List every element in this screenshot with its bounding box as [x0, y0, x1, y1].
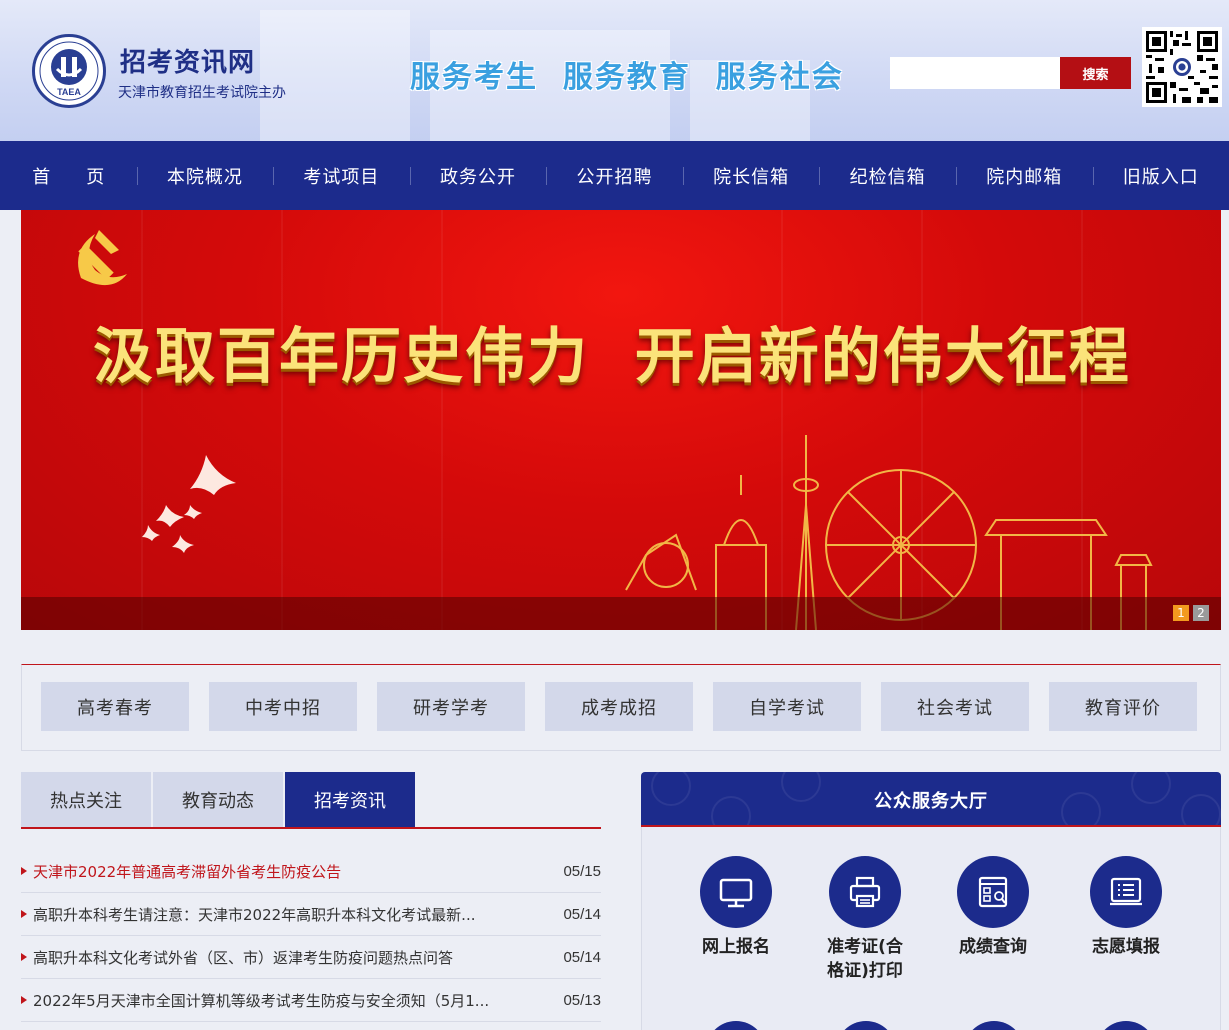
- bullet-arrow-icon: [21, 953, 27, 961]
- service-next-row-icon[interactable]: [1096, 1021, 1156, 1030]
- news-date: 05/14: [563, 948, 601, 966]
- service-application-filling[interactable]: 志愿填报: [1071, 856, 1181, 959]
- bullet-arrow-icon: [21, 867, 27, 875]
- site-header: TAEA 招考资讯网 天津市教育招生考试院主办 服务考生 服务教育 服务社会 搜…: [0, 0, 1229, 141]
- service-label: 成绩查询: [959, 937, 1027, 957]
- service-score-query[interactable]: 成绩查询: [938, 856, 1048, 959]
- banner-caption-bar: [21, 597, 1221, 630]
- application-icon: [1110, 877, 1142, 906]
- site-title[interactable]: 招考资讯网: [120, 42, 255, 79]
- category-gaokao-chunkao[interactable]: 高考春考: [41, 682, 189, 731]
- news-item[interactable]: 高职升本科考生请注意：天津市2022年高职升本科文化考试最新... 05/14: [21, 893, 601, 936]
- service-hall-header: 公众服务大厅: [641, 772, 1221, 827]
- banner-page-1[interactable]: 1: [1173, 605, 1189, 621]
- news-title[interactable]: 天津市2022年普通高考滞留外省考生防疫公告: [33, 861, 551, 882]
- news-date: 05/15: [563, 862, 601, 880]
- bullet-arrow-icon: [21, 996, 27, 1004]
- news-title[interactable]: 高职升本科文化考试外省（区、市）返津考生防疫问题热点问答: [33, 947, 551, 968]
- nav-item-old-version[interactable]: 旧版入口: [1092, 141, 1229, 210]
- service-next-row-icon[interactable]: [964, 1021, 1024, 1030]
- monitor-icon: [719, 878, 753, 908]
- site-logo[interactable]: TAEA: [32, 34, 106, 108]
- site-subtitle: 天津市教育招生考试院主办: [118, 85, 286, 101]
- score-query-icon: [978, 876, 1008, 908]
- nav-item-home[interactable]: 首 页: [0, 141, 137, 210]
- news-list: 天津市2022年普通高考滞留外省考生防疫公告 05/15 高职升本科考生请注意：…: [21, 850, 601, 1022]
- category-self-study-exam[interactable]: 自学考试: [713, 682, 861, 731]
- search-input[interactable]: [890, 57, 1060, 89]
- party-emblem-icon: [78, 230, 127, 286]
- service-next-row-icon[interactable]: [836, 1021, 896, 1030]
- news-title[interactable]: 2022年5月天津市全国计算机等级考试考生防疫与安全须知（5月1...: [33, 990, 551, 1011]
- banner-slideshow[interactable]: 汲取百年历史伟力 开启新的伟大征程 1 2: [21, 210, 1221, 630]
- service-label: 网上报名: [702, 937, 770, 957]
- news-item[interactable]: 天津市2022年普通高考滞留外省考生防疫公告 05/15: [21, 850, 601, 893]
- nav-item-internal-mail[interactable]: 院内邮箱: [955, 141, 1093, 210]
- header-background-building: [260, 10, 410, 141]
- news-tabs: 热点关注 教育动态 招考资讯: [21, 772, 601, 829]
- slogan: 服务考生 服务教育 服务社会: [410, 60, 844, 95]
- banner-title: 汲取百年历史伟力 开启新的伟大征程: [93, 322, 1131, 392]
- printer-icon: [849, 876, 881, 908]
- category-education-evaluation[interactable]: 教育评价: [1049, 682, 1197, 731]
- banner-page-2[interactable]: 2: [1193, 605, 1209, 621]
- tab-hot-topics[interactable]: 热点关注: [21, 772, 151, 827]
- service-admission-ticket-print[interactable]: 准考证(合格证)打印: [810, 856, 920, 983]
- logo-text: TAEA: [57, 87, 81, 97]
- qr-code: [1142, 27, 1222, 107]
- nav-item-discipline-mailbox[interactable]: 纪检信箱: [819, 141, 956, 210]
- tab-admission-info[interactable]: 招考资讯: [285, 772, 415, 827]
- nav-item-president-mailbox[interactable]: 院长信箱: [682, 141, 820, 210]
- service-label: 准考证(合格证)打印: [827, 937, 903, 981]
- category-chengkao[interactable]: 成考成招: [545, 682, 693, 731]
- nav-item-government-affairs[interactable]: 政务公开: [409, 141, 547, 210]
- search-button[interactable]: 搜索: [1060, 57, 1131, 89]
- news-date: 05/14: [563, 905, 601, 923]
- service-hall-title: 公众服务大厅: [874, 790, 988, 812]
- category-zhongkao[interactable]: 中考中招: [209, 682, 357, 731]
- nav-item-exams[interactable]: 考试项目: [273, 141, 410, 210]
- news-item[interactable]: 高职升本科文化考试外省（区、市）返津考生防疫问题热点问答 05/14: [21, 936, 601, 979]
- nav-item-recruitment[interactable]: 公开招聘: [546, 141, 683, 210]
- news-item[interactable]: 2022年5月天津市全国计算机等级考试考生防疫与安全须知（5月1... 05/1…: [21, 979, 601, 1022]
- news-date: 05/13: [563, 991, 601, 1009]
- category-yankao-xuekao[interactable]: 研考学考: [377, 682, 525, 731]
- news-title[interactable]: 高职升本科考生请注意：天津市2022年高职升本科文化考试最新...: [33, 904, 551, 925]
- tab-education-news[interactable]: 教育动态: [153, 772, 283, 827]
- doves-icon: [142, 455, 236, 553]
- qr-code-icon: [1146, 31, 1218, 103]
- bullet-arrow-icon: [21, 910, 27, 918]
- service-online-registration[interactable]: 网上报名: [681, 856, 791, 959]
- main-nav: 首 页 本院概况 考试项目 政务公开 公开招聘 院长信箱 纪检信箱 院内邮箱 旧…: [0, 141, 1229, 210]
- nav-item-about[interactable]: 本院概况: [136, 141, 274, 210]
- service-next-row-icon[interactable]: [706, 1021, 766, 1030]
- taea-logo-icon: TAEA: [39, 41, 99, 101]
- service-label: 志愿填报: [1092, 937, 1160, 957]
- exam-categories: 高考春考 中考中招 研考学考 成考成招 自学考试 社会考试 教育评价: [21, 664, 1221, 751]
- category-social-exam[interactable]: 社会考试: [881, 682, 1029, 731]
- service-hall-body: 网上报名 准考证(合格证)打印 成绩查询 志愿填报: [641, 827, 1221, 1030]
